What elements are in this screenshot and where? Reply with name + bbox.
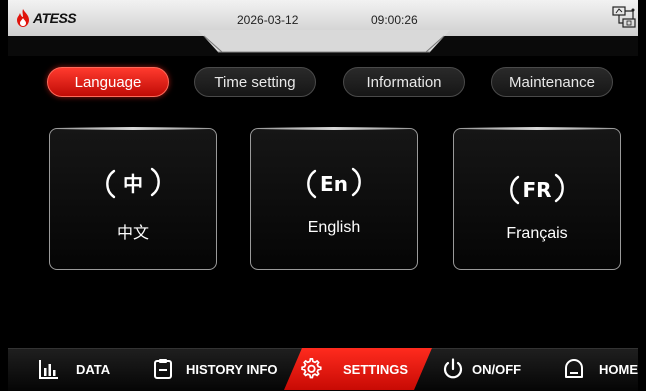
network-status-icon[interactable] bbox=[611, 5, 637, 29]
nav-history-info[interactable]: HISTORY INFO bbox=[152, 348, 278, 390]
nav-settings-label: SETTINGS bbox=[343, 361, 409, 377]
header-time: 09:00:26 bbox=[371, 13, 418, 27]
bar-chart-icon bbox=[39, 360, 58, 379]
clipboard-icon bbox=[154, 359, 172, 379]
nav-history-label: HISTORY INFO bbox=[186, 361, 278, 377]
chinese-badge-text: 中 bbox=[123, 172, 143, 196]
english-badge-icon: En bbox=[307, 167, 361, 199]
nav-data[interactable]: DATA bbox=[38, 348, 110, 390]
header-date: 2026-03-12 bbox=[237, 13, 299, 27]
language-card-english[interactable]: En English bbox=[250, 127, 418, 270]
tab-time-setting[interactable]: Time setting bbox=[194, 67, 316, 97]
language-card-french[interactable]: FR Français bbox=[453, 127, 621, 270]
french-badge-text: FR bbox=[522, 178, 551, 202]
header-notch-decoration bbox=[198, 30, 450, 53]
language-label-english: English bbox=[307, 219, 361, 236]
tab-information[interactable]: Information bbox=[343, 67, 465, 97]
language-label-french: Français bbox=[506, 225, 568, 242]
french-badge-icon: FR bbox=[510, 173, 564, 205]
brand-logo: ATESS bbox=[16, 9, 77, 27]
language-card-chinese[interactable]: 中 中文 bbox=[49, 127, 217, 270]
chinese-badge-icon: 中 bbox=[106, 167, 160, 199]
flame-logo-icon bbox=[17, 9, 29, 27]
nav-on-off-label: ON/OFF bbox=[472, 361, 522, 377]
language-label-chinese: 中文 bbox=[116, 225, 149, 242]
gear-icon bbox=[301, 358, 322, 379]
nav-on-off[interactable]: ON/OFF bbox=[442, 348, 521, 390]
nav-settings[interactable]: SETTINGS bbox=[301, 348, 408, 390]
home-icon bbox=[565, 359, 583, 378]
english-badge-text: En bbox=[320, 172, 348, 196]
brand-name: ATESS bbox=[33, 10, 77, 26]
tab-maintenance[interactable]: Maintenance bbox=[491, 67, 613, 97]
power-icon bbox=[443, 358, 463, 379]
nav-data-label: DATA bbox=[76, 361, 111, 377]
nav-home-label: HOME bbox=[599, 361, 638, 377]
tab-language[interactable]: Language bbox=[47, 67, 169, 97]
nav-home[interactable]: HOME bbox=[563, 348, 638, 390]
